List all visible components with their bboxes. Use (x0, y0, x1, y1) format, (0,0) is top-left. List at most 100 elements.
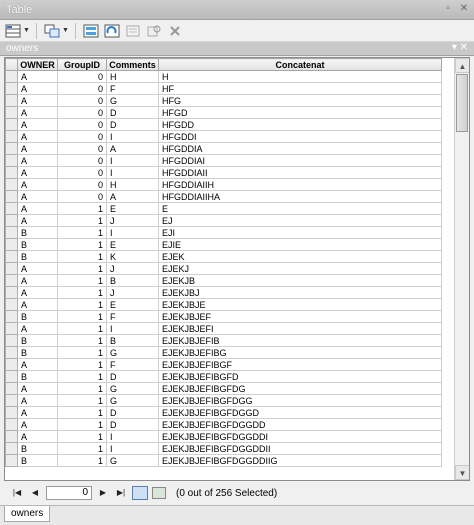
groupid-cell[interactable]: 1 (57, 238, 107, 251)
table-options-icon[interactable] (4, 22, 22, 40)
owner-cell[interactable]: A (17, 322, 58, 335)
first-record-icon[interactable]: |◀ (10, 486, 24, 500)
concatenat-cell[interactable]: EJEK (158, 250, 442, 263)
row-selector[interactable] (5, 382, 18, 395)
table-row[interactable]: A 0 H HFGDDIAIIH (5, 178, 442, 191)
switch-selection-icon[interactable] (103, 22, 121, 40)
table-row[interactable]: A 1 G EJEKJBJEFIBGFDGG (5, 394, 442, 407)
row-selector[interactable] (5, 70, 18, 83)
table-row[interactable]: A 0 I HFGDDI (5, 130, 442, 143)
owner-cell[interactable]: A (17, 118, 58, 131)
table-row[interactable]: B 1 B EJEKJBJEFIB (5, 334, 442, 347)
concatenat-cell[interactable]: HFGDDIA (158, 142, 442, 155)
row-selector[interactable] (5, 106, 18, 119)
row-selector[interactable] (5, 310, 18, 323)
groupid-cell[interactable]: 1 (57, 322, 107, 335)
concatenat-cell[interactable]: EJEKJBJ (158, 286, 442, 299)
table-row[interactable]: A1EE (5, 202, 442, 215)
groupid-cell[interactable]: 0 (57, 142, 107, 155)
comments-cell[interactable]: B (106, 274, 159, 287)
groupid-cell[interactable]: 0 (57, 70, 107, 83)
concatenat-cell[interactable]: H (158, 70, 442, 83)
owner-cell[interactable]: B (17, 346, 58, 359)
owner-cell[interactable]: A (17, 70, 58, 83)
groupid-cell[interactable]: 0 (57, 82, 107, 95)
row-selector[interactable] (5, 226, 18, 239)
row-selector[interactable] (5, 214, 18, 227)
groupid-cell[interactable]: 1 (57, 310, 107, 323)
table-row[interactable]: A 1 B EJEKJB (5, 274, 442, 287)
table-row[interactable]: A 1 J EJEKJBJ (5, 286, 442, 299)
concatenat-cell[interactable]: EJEKJBJEFIBGF (158, 358, 442, 371)
clear-selection-icon[interactable] (124, 22, 142, 40)
owner-cell[interactable]: A (17, 382, 58, 395)
table-row[interactable]: A 1 F EJEKJBJEFIBGF (5, 358, 442, 371)
row-selector[interactable] (5, 250, 18, 263)
comments-cell[interactable]: I (106, 154, 159, 167)
close-icon[interactable]: ✕ (458, 3, 470, 15)
owner-cell[interactable]: B (17, 238, 58, 251)
owner-cell[interactable]: A (17, 430, 58, 443)
row-selector[interactable] (5, 442, 18, 455)
owner-cell[interactable]: B (17, 442, 58, 455)
owner-cell[interactable]: B (17, 226, 58, 239)
comments-cell[interactable]: G (106, 346, 159, 359)
comments-cell[interactable]: D (106, 106, 159, 119)
table-row[interactable]: B 1 I EJI (5, 226, 442, 239)
groupid-cell[interactable]: 1 (57, 250, 107, 263)
groupid-cell[interactable]: 1 (57, 442, 107, 455)
comments-cell[interactable]: G (106, 394, 159, 407)
comments-cell[interactable]: I (106, 430, 159, 443)
table-row[interactable]: A 1 I EJEKJBJEFIBGFDGGDDI (5, 430, 442, 443)
table-row[interactable]: A 1 G EJEKJBJEFIBGFDG (5, 382, 442, 395)
groupid-cell[interactable]: 0 (57, 166, 107, 179)
comments-cell[interactable]: H (106, 178, 159, 191)
groupid-cell[interactable]: 0 (57, 178, 107, 191)
row-selector[interactable] (5, 238, 18, 251)
comments-cell[interactable]: I (106, 322, 159, 335)
comments-cell[interactable]: D (106, 418, 159, 431)
concatenat-cell[interactable]: EJEKJBJEFIBGFDGGD (158, 406, 442, 419)
previous-record-icon[interactable]: ◀ (28, 486, 42, 500)
table-row[interactable]: B 1 G EJEKJBJEFIBGFDGGDDIIG (5, 454, 442, 467)
table-row[interactable]: A 1 J EJEKJ (5, 262, 442, 275)
concatenat-cell[interactable]: HFG (158, 94, 442, 107)
row-selector[interactable] (5, 118, 18, 131)
delete-selected-icon[interactable] (166, 22, 184, 40)
comments-cell[interactable]: D (106, 406, 159, 419)
row-selector[interactable] (5, 178, 18, 191)
row-selector[interactable] (5, 262, 18, 275)
owner-cell[interactable]: A (17, 418, 58, 431)
concatenat-cell[interactable]: HFGDDIAIIHA (158, 190, 442, 203)
row-selector[interactable] (5, 286, 18, 299)
table-row[interactable]: B 1 I EJEKJBJEFIBGFDGGDDII (5, 442, 442, 455)
groupid-cell[interactable]: 1 (57, 358, 107, 371)
select-by-attributes-icon[interactable] (82, 22, 100, 40)
row-selector[interactable] (5, 274, 18, 287)
show-selected-records-icon[interactable] (152, 487, 166, 499)
groupid-cell[interactable]: 1 (57, 394, 107, 407)
table-row[interactable]: A 0 I HFGDDIAI (5, 154, 442, 167)
concatenat-cell[interactable]: HFGDD (158, 118, 442, 131)
table-row[interactable]: A 1 D EJEKJBJEFIBGFDGGDD (5, 418, 442, 431)
groupid-cell[interactable]: 0 (57, 94, 107, 107)
concatenat-cell[interactable]: HFGD (158, 106, 442, 119)
scroll-up-icon[interactable]: ▲ (455, 58, 469, 73)
groupid-cell[interactable]: 0 (57, 106, 107, 119)
record-number-input[interactable]: 0 (46, 486, 92, 500)
table-row[interactable]: B 1 G EJEKJBJEFIBG (5, 346, 442, 359)
table-row[interactable]: A 1 I EJEKJBJEFI (5, 322, 442, 335)
column-header-concatenat[interactable]: Concatenat (158, 58, 442, 71)
owner-cell[interactable]: A (17, 298, 58, 311)
table-row[interactable]: B 1 E EJIE (5, 238, 442, 251)
comments-cell[interactable]: B (106, 334, 159, 347)
table-row[interactable]: B 1 K EJEK (5, 250, 442, 263)
groupid-cell[interactable]: 1 (57, 346, 107, 359)
owner-cell[interactable]: A (17, 202, 58, 215)
scroll-down-icon[interactable]: ▼ (455, 465, 469, 480)
comments-cell[interactable]: I (106, 226, 159, 239)
groupid-cell[interactable]: 1 (57, 214, 107, 227)
row-selector[interactable] (5, 406, 18, 419)
row-selector[interactable] (5, 322, 18, 335)
comments-cell[interactable]: I (106, 442, 159, 455)
